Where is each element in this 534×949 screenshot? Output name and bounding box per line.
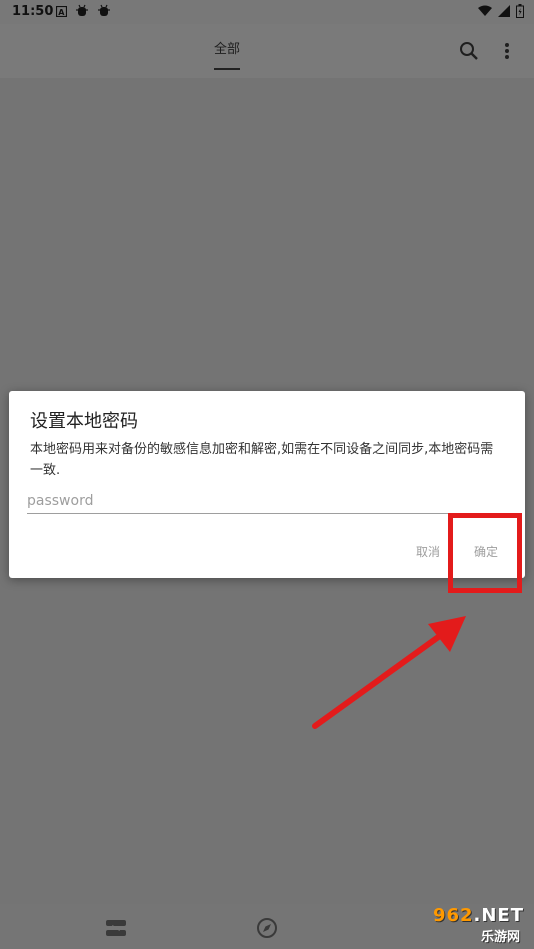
tab-all-label: 全部 [213,42,240,57]
highlight-box [448,513,522,593]
bug-icon [75,4,89,22]
nav-item-discover[interactable] [253,914,281,942]
status-time: 11:50 [12,4,54,19]
status-right-icons [478,4,524,22]
watermark-number: 962 [432,905,474,926]
dialog-title: 设置本地密码 [30,411,138,432]
tab-all[interactable]: 全部 [206,38,248,72]
notification-a-icon: A [55,5,68,21]
search-button[interactable] [458,40,480,62]
watermark-suffix: .NET [473,905,524,926]
bug-icon [97,4,111,22]
stack-icon [102,920,130,946]
battery-icon [516,4,524,22]
password-input[interactable] [27,489,459,514]
more-options-button[interactable] [498,40,516,62]
wifi-icon [478,5,492,21]
tab-indicator [214,68,240,70]
signal-icon [498,5,510,21]
site-watermark: 962.NET 乐游网 [400,905,530,945]
pointer-arrow-icon [312,616,466,729]
svg-text:A: A [58,8,65,17]
dialog-message: 本地密码用来对备份的敏感信息加密和解密,如需在不同设备之间同步,本地密码需一致. [30,442,494,478]
compass-icon [253,918,281,946]
search-icon [458,42,480,66]
watermark-title: 962.NET [433,905,524,926]
app-bar: 全部 [0,24,534,78]
more-vert-icon [498,43,516,66]
watermark-subtitle: 乐游网 [480,930,520,945]
nav-item-home[interactable] [102,914,130,942]
cancel-button[interactable]: 取消 [407,541,449,563]
status-bar: 11:50 A [0,0,534,24]
status-left-icons: A [55,4,111,22]
bottom-nav: 962.NET 乐游网 [0,904,534,949]
